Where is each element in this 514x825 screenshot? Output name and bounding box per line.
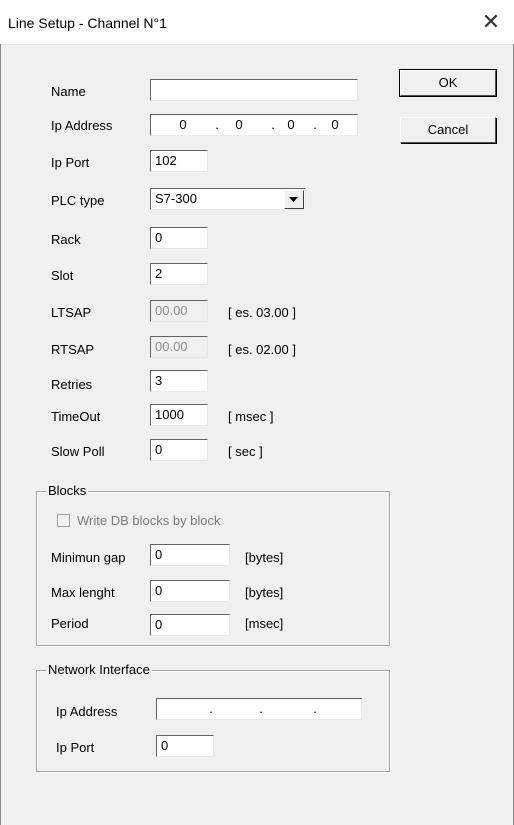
ok-button[interactable]: OK: [399, 69, 497, 97]
network-ip-port-label: Ip Port: [56, 740, 95, 755]
min-gap-input[interactable]: 0: [150, 544, 230, 566]
close-icon[interactable]: ✕: [468, 0, 514, 44]
ip-dot: .: [209, 701, 213, 716]
max-length-unit: [bytes]: [245, 585, 284, 600]
network-ip-address-input[interactable]: . . .: [156, 698, 362, 720]
ltsap-label: LTSAP: [51, 305, 92, 320]
period-input[interactable]: 0: [150, 614, 230, 636]
ip-address-input[interactable]: 0 . 0 . 0 . 0: [150, 114, 358, 136]
ip-dot: .: [215, 117, 219, 132]
slow-poll-unit: [ sec ]: [228, 444, 263, 459]
ip-octet-1: 0: [179, 117, 187, 132]
rack-input[interactable]: 0: [150, 227, 208, 249]
min-gap-unit: [bytes]: [245, 550, 284, 565]
dropdown-button[interactable]: [284, 190, 304, 209]
cancel-button[interactable]: Cancel: [400, 117, 496, 143]
timeout-input[interactable]: 1000: [150, 404, 208, 426]
ip-octet-4: 0: [331, 117, 339, 132]
plc-type-select[interactable]: S7-300: [150, 188, 306, 210]
rtsap-hint: [ es. 02.00 ]: [228, 342, 296, 357]
ip-dot: .: [313, 701, 317, 716]
slow-poll-label: Slow Poll: [51, 444, 105, 459]
write-db-checkbox[interactable]: [57, 514, 70, 527]
chevron-down-icon: [289, 197, 298, 202]
slow-poll-input[interactable]: 0: [150, 439, 208, 461]
ip-address-label: Ip Address: [51, 118, 113, 133]
window-border-left: [0, 44, 1, 825]
name-input[interactable]: [150, 79, 358, 101]
ip-port-input[interactable]: 102: [150, 150, 208, 172]
ip-octet-3: 0: [287, 117, 295, 132]
ip-dot: .: [259, 701, 263, 716]
blocks-group-title: Blocks: [46, 483, 89, 498]
network-ip-port-input[interactable]: 0: [156, 735, 214, 757]
period-unit: [msec]: [245, 616, 284, 631]
title-bar: Line Setup - Channel N°1 ✕: [0, 0, 514, 45]
rtsap-label: RTSAP: [51, 342, 95, 357]
rack-label: Rack: [51, 232, 81, 247]
plc-type-label: PLC type: [51, 193, 105, 208]
window-title: Line Setup - Channel N°1: [8, 15, 167, 31]
slot-input[interactable]: 2: [150, 263, 208, 285]
max-length-input[interactable]: 0: [150, 580, 230, 602]
ltsap-input: 00.00: [150, 300, 208, 322]
rtsap-input: 00.00: [150, 336, 208, 358]
ip-dot: .: [313, 117, 317, 132]
timeout-unit: [ msec ]: [228, 409, 274, 424]
network-ip-address-label: Ip Address: [56, 704, 118, 719]
network-interface-group-title: Network Interface: [46, 662, 152, 677]
retries-input[interactable]: 3: [150, 370, 208, 392]
max-length-label: Max lenght: [51, 585, 115, 600]
period-label: Period: [51, 616, 89, 631]
slot-label: Slot: [51, 268, 74, 283]
name-label: Name: [51, 84, 86, 99]
ip-port-label: Ip Port: [51, 155, 90, 170]
ltsap-hint: [ es. 03.00 ]: [228, 305, 296, 320]
timeout-label: TimeOut: [51, 409, 101, 424]
min-gap-label: Minimun gap: [51, 550, 126, 565]
ip-dot: .: [271, 117, 275, 132]
ip-octet-2: 0: [235, 117, 243, 132]
plc-type-value: S7-300: [155, 191, 197, 206]
write-db-label: Write DB blocks by block: [77, 513, 221, 528]
retries-label: Retries: [51, 377, 93, 392]
